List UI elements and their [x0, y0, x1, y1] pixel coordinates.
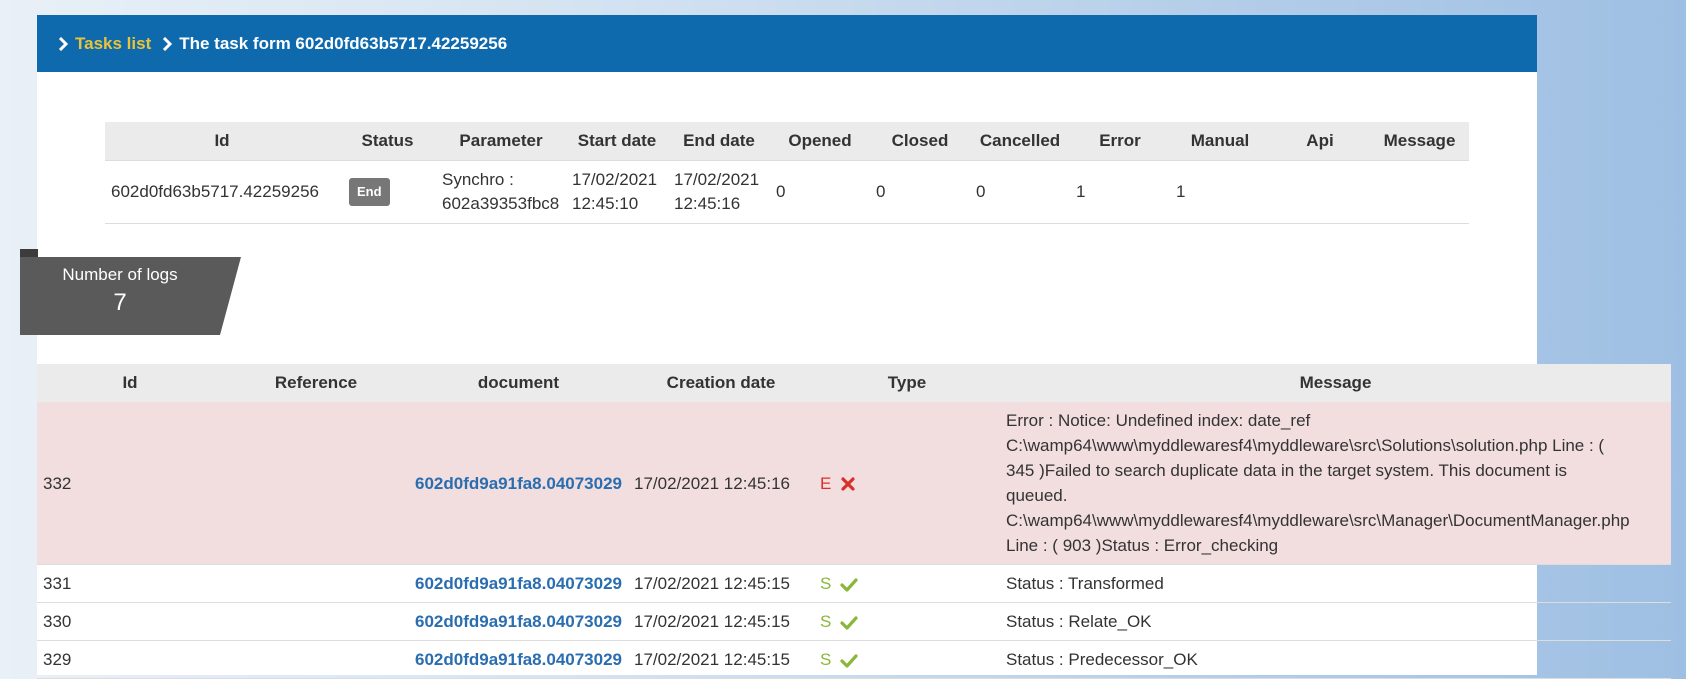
column-header-cancelled: Cancelled: [970, 122, 1070, 161]
log-table: Id Reference document Creation date Type…: [37, 364, 1671, 679]
check-icon: [840, 577, 858, 592]
log-type: S: [814, 602, 1000, 641]
column-header-api: Api: [1270, 122, 1370, 161]
column-header-end-date: End date: [668, 122, 770, 161]
logs-count-value: 7: [113, 289, 127, 316]
log-reference: [223, 602, 409, 641]
column-header-id: Id: [37, 364, 223, 402]
log-id: 331: [37, 564, 223, 603]
log-table-header: Id Reference document Creation date Type…: [37, 364, 1671, 402]
log-type: S: [814, 564, 1000, 603]
log-creation-date: 17/02/2021 12:45:16: [628, 402, 814, 565]
table-row: 330 602d0fd9a91fa8.04073029 17/02/2021 1…: [37, 602, 1671, 641]
task-table-header: Id Status Parameter Start date End date …: [105, 122, 1469, 161]
breadcrumb-tasks-list-link[interactable]: Tasks list: [75, 34, 151, 54]
log-id: 329: [37, 640, 223, 679]
message-line: 345 )Failed to search duplicate data in …: [1006, 461, 1567, 480]
start-time: 12:45:10: [572, 194, 639, 213]
column-header-reference: Reference: [223, 364, 409, 402]
task-status-cell: End: [339, 160, 436, 224]
logs-count-label: Number of logs: [62, 265, 178, 284]
log-id: 330: [37, 602, 223, 641]
task-row: 602d0fd63b5717.42259256 End Synchro : 60…: [105, 160, 1469, 224]
column-header-type: Type: [814, 364, 1000, 402]
log-document: 602d0fd9a91fa8.04073029: [409, 402, 628, 565]
parameter-line-2: 602a39353fbc8: [442, 194, 560, 213]
task-error: 1: [1070, 160, 1170, 224]
message-line: C:\wamp64\www\myddlewaresf4\myddleware\s…: [1006, 511, 1630, 530]
table-row: 332 602d0fd9a91fa8.04073029 17/02/2021 1…: [37, 402, 1671, 565]
column-header-creation-date: Creation date: [628, 364, 814, 402]
column-header-manual: Manual: [1170, 122, 1270, 161]
task-parameter: Synchro : 602a39353fbc8: [436, 160, 566, 224]
task-manual: 1: [1170, 160, 1270, 224]
log-reference: [223, 402, 409, 565]
check-icon: [840, 615, 858, 630]
check-icon: [840, 653, 858, 668]
message-line: queued.: [1006, 486, 1068, 505]
log-message: Status : Relate_OK: [1000, 602, 1671, 641]
task-closed: 0: [870, 160, 970, 224]
column-header-opened: Opened: [770, 122, 870, 161]
log-id: 332: [37, 402, 223, 565]
status-badge: End: [349, 178, 390, 206]
column-header-start-date: Start date: [566, 122, 668, 161]
breadcrumb-current: The task form 602d0fd63b5717.42259256: [179, 33, 508, 53]
column-header-id: Id: [105, 122, 339, 161]
ribbon-text: Number of logs 7: [20, 265, 220, 317]
breadcrumb: Tasks list The task form 602d0fd63b5717.…: [37, 15, 1537, 72]
log-type-letter: S: [820, 612, 832, 631]
document-link[interactable]: 602d0fd9a91fa8.04073029: [415, 650, 622, 669]
document-link[interactable]: 602d0fd9a91fa8.04073029: [415, 612, 622, 631]
column-header-message: Message: [1370, 122, 1469, 161]
logs-count-ribbon: Number of logs 7: [20, 249, 241, 335]
log-creation-date: 17/02/2021 12:45:15: [628, 602, 814, 641]
log-type-letter: E: [820, 473, 832, 493]
column-header-message: Message: [1000, 364, 1671, 402]
task-id: 602d0fd63b5717.42259256: [105, 160, 339, 224]
task-end-date: 17/02/2021 12:45:16: [668, 160, 770, 224]
log-document: 602d0fd9a91fa8.04073029: [409, 602, 628, 641]
message-line: Line : ( 903 )Status : Error_checking: [1006, 536, 1279, 555]
log-document: 602d0fd9a91fa8.04073029: [409, 640, 628, 679]
log-creation-date: 17/02/2021 12:45:15: [628, 564, 814, 603]
log-message: Status : Transformed: [1000, 564, 1671, 603]
message-line: Error : Notice: Undefined index: date_re…: [1006, 411, 1311, 430]
task-message: [1370, 160, 1469, 224]
chevron-right-icon: [163, 36, 173, 51]
document-link[interactable]: 602d0fd9a91fa8.04073029: [415, 574, 622, 593]
log-reference: [223, 564, 409, 603]
log-type: E: [814, 402, 1000, 565]
log-reference: [223, 640, 409, 679]
column-header-error: Error: [1070, 122, 1170, 161]
column-header-parameter: Parameter: [436, 122, 566, 161]
cross-icon: [841, 477, 855, 491]
start-date: 17/02/2021: [572, 170, 658, 189]
table-row: 329 602d0fd9a91fa8.04073029 17/02/2021 1…: [37, 640, 1671, 679]
column-header-closed: Closed: [870, 122, 970, 161]
chevron-right-icon: [58, 36, 69, 51]
task-start-date: 17/02/2021 12:45:10: [566, 160, 668, 224]
log-message: Status : Predecessor_OK: [1000, 640, 1671, 679]
log-type-letter: S: [820, 650, 832, 669]
column-header-document: document: [409, 364, 628, 402]
parameter-line-1: Synchro :: [442, 170, 514, 189]
column-header-status: Status: [339, 122, 436, 161]
task-opened: 0: [770, 160, 870, 224]
end-time: 12:45:16: [674, 194, 741, 213]
table-row: 331 602d0fd9a91fa8.04073029 17/02/2021 1…: [37, 564, 1671, 603]
message-line: C:\wamp64\www\myddlewaresf4\myddleware\s…: [1006, 436, 1605, 455]
log-type-letter: S: [820, 574, 832, 593]
log-type: S: [814, 640, 1000, 679]
task-table: Id Status Parameter Start date End date …: [105, 122, 1469, 224]
document-link[interactable]: 602d0fd9a91fa8.04073029: [415, 474, 622, 493]
task-cancelled: 0: [970, 160, 1070, 224]
log-document: 602d0fd9a91fa8.04073029: [409, 564, 628, 603]
log-message: Error : Notice: Undefined index: date_re…: [1000, 402, 1671, 565]
log-creation-date: 17/02/2021 12:45:15: [628, 640, 814, 679]
end-date: 17/02/2021: [674, 170, 760, 189]
task-api: [1270, 160, 1370, 224]
